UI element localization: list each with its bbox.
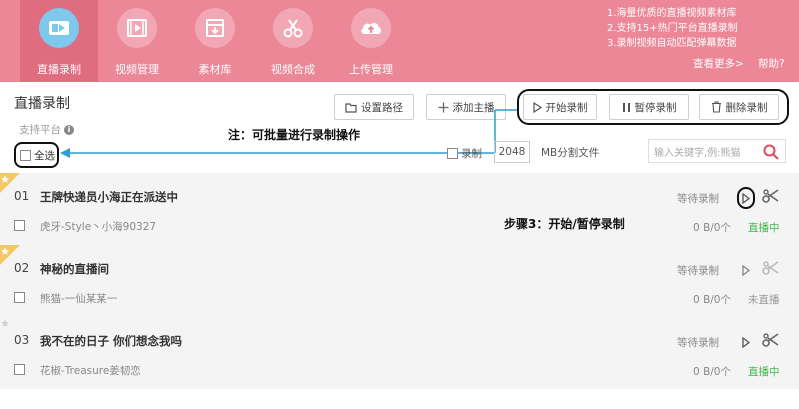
checkbox-icon xyxy=(447,148,458,159)
pause-icon xyxy=(622,102,630,112)
search-icon[interactable] xyxy=(763,144,779,160)
play-icon xyxy=(532,101,542,113)
record-row[interactable]: 03 我不在的日子 你们想念我吗 花椒-Treasure姜韧恋 等待录制 0 B… xyxy=(0,317,799,389)
pause-record-button[interactable]: 暂停录制 xyxy=(609,94,689,120)
play-icon xyxy=(742,192,750,204)
row-title: 王牌快递员小海正在派送中 xyxy=(40,190,178,204)
set-path-button[interactable]: 设置路径 xyxy=(334,94,414,120)
video-icon xyxy=(39,8,79,48)
help-link[interactable]: 帮助? xyxy=(758,56,785,71)
start-record-label: 开始录制 xyxy=(545,101,588,114)
info-icon: i xyxy=(64,124,74,135)
row-play-button[interactable] xyxy=(737,187,755,209)
row-checkbox[interactable] xyxy=(14,364,25,375)
feature-tips: 1.海量优质的直播视频素材库 2.支持15+热门平台直播录制 3.录制视频自动匹… xyxy=(607,6,738,51)
nav-tab-live-record[interactable]: 直播录制 xyxy=(20,0,98,82)
add-streamer-button[interactable]: 添加主播 xyxy=(426,94,506,120)
row-checkbox[interactable] xyxy=(14,220,25,231)
delete-record-button[interactable]: 删除录制 xyxy=(699,94,779,120)
clip-icon[interactable] xyxy=(762,260,780,276)
record-split-checkbox[interactable]: 录制 xyxy=(447,146,482,161)
row-streamer: 熊猫-一仙某某一 xyxy=(40,293,118,305)
search-input[interactable]: 输入关键字,例:熊猫 xyxy=(648,139,786,163)
top-nav-bar: 直播录制 视频管理 素材库 视频合成 上传管理 1.海量优质的直播视频素材库 2… xyxy=(0,0,799,82)
nav-tab-label: 上传管理 xyxy=(349,63,393,76)
row-status: 等待录制 xyxy=(677,193,719,205)
row-status: 等待录制 xyxy=(677,337,719,349)
row-live-status: 直播中 xyxy=(748,222,780,234)
scissors-icon xyxy=(273,8,313,48)
nav-tab-label: 视频管理 xyxy=(115,63,159,76)
row-play-button[interactable] xyxy=(737,259,755,281)
download-box-icon xyxy=(195,8,235,48)
set-path-label: 设置路径 xyxy=(361,101,403,114)
nav-tab-label: 视频合成 xyxy=(271,63,315,76)
row-number: 03 xyxy=(14,333,30,347)
trash-icon xyxy=(711,101,721,113)
batch-annotation: 注：可批量进行录制操作 xyxy=(228,128,361,142)
add-streamer-label: 添加主播 xyxy=(452,101,495,114)
folder-icon xyxy=(345,102,357,113)
nav-tab-upload-manage[interactable]: 上传管理 xyxy=(332,0,410,82)
supported-platforms[interactable]: 支持平台 i xyxy=(19,122,74,137)
delete-record-label: 删除录制 xyxy=(725,101,768,114)
nav-tab-video-compose[interactable]: 视频合成 xyxy=(254,0,332,82)
row-status: 等待录制 xyxy=(677,265,719,277)
row-title: 神秘的直播间 xyxy=(40,262,109,276)
row-live-status: 直播中 xyxy=(748,366,780,378)
film-icon xyxy=(117,8,157,48)
row-number: 02 xyxy=(14,261,30,275)
row-streamer: 虎牙-Style丶小海90327 xyxy=(40,221,157,233)
split-size-input[interactable]: 2048 xyxy=(494,141,530,163)
row-title: 我不在的日子 你们想念我吗 xyxy=(40,334,183,348)
nav-tab-label: 素材库 xyxy=(198,63,232,76)
clip-icon[interactable] xyxy=(762,332,780,348)
nav-tab-material[interactable]: 素材库 xyxy=(176,0,254,82)
split-unit-label: MB分割文件 xyxy=(541,147,600,159)
row-checkbox[interactable] xyxy=(14,292,25,303)
record-row[interactable]: 02 神秘的直播间 熊猫-一仙某某一 等待录制 0 B/0个 未直播 xyxy=(0,245,799,317)
nav-tab-video-manage[interactable]: 视频管理 xyxy=(98,0,176,82)
play-icon xyxy=(742,264,750,276)
play-icon xyxy=(742,336,750,348)
clip-icon[interactable] xyxy=(762,188,780,204)
row-file-size: 0 B/0个 xyxy=(693,366,731,378)
see-more-link[interactable]: 查看更多> xyxy=(693,56,744,71)
supported-platforms-label: 支持平台 xyxy=(19,124,61,136)
row-number: 01 xyxy=(14,189,30,203)
select-all-label: 全选 xyxy=(34,149,55,162)
tip-line: 1.海量优质的直播视频素材库 xyxy=(607,8,737,19)
step3-annotation: 步骤3：开始/暂停录制 xyxy=(504,217,625,231)
row-play-button[interactable] xyxy=(737,331,755,353)
cloud-upload-icon xyxy=(351,8,391,48)
plus-icon xyxy=(438,102,448,112)
row-file-size: 0 B/0个 xyxy=(693,294,731,306)
tip-line: 3.录制视频自动匹配弹幕数据 xyxy=(607,38,737,49)
row-streamer: 花椒-Treasure姜韧恋 xyxy=(40,365,141,377)
checkbox-icon xyxy=(20,149,31,161)
pause-record-label: 暂停录制 xyxy=(634,101,677,114)
page-title: 直播录制 xyxy=(14,96,70,112)
record-row[interactable]: 01 王牌快递员小海正在派送中 虎牙-Style丶小海90327 等待录制 0 … xyxy=(0,173,799,245)
start-record-button[interactable]: 开始录制 xyxy=(523,94,597,120)
select-all-checkbox[interactable]: 全选 xyxy=(14,142,59,168)
search-placeholder: 输入关键字,例:熊猫 xyxy=(654,147,741,159)
tip-line: 2.支持15+热门平台直播录制 xyxy=(607,23,738,34)
record-split-label: 录制 xyxy=(461,148,482,160)
nav-tab-label: 直播录制 xyxy=(37,63,81,76)
row-live-status: 未直播 xyxy=(748,294,780,306)
